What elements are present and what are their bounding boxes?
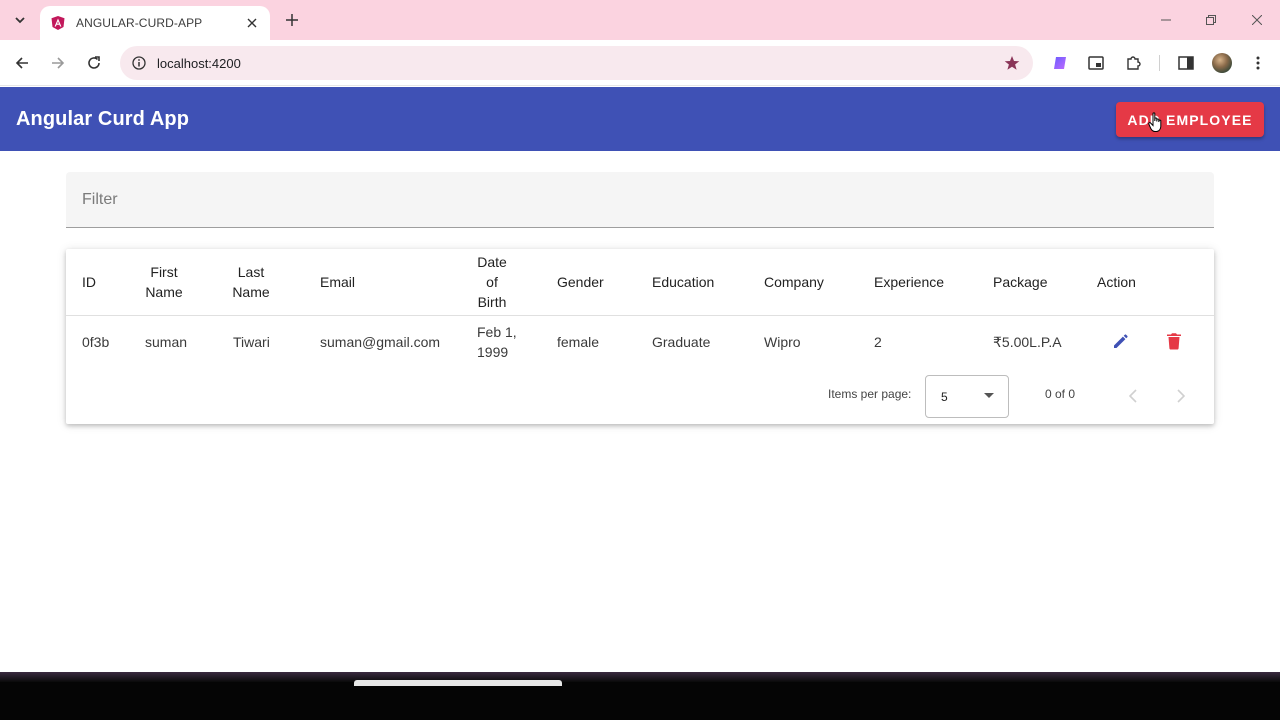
app-toolbar: Angular Curd App ADD EMPLOYEE <box>0 87 1280 151</box>
header-education[interactable]: Education <box>652 249 742 315</box>
header-last-name[interactable]: Last Name <box>226 249 276 315</box>
cell-company: Wipro <box>764 334 801 350</box>
cell-first-name: suman <box>145 334 188 350</box>
angular-favicon-icon <box>51 16 65 30</box>
items-per-page-select[interactable]: 5 <box>925 375 1009 418</box>
next-page-chevron-icon[interactable] <box>1167 382 1195 410</box>
cell-id: 0f3b <box>82 334 110 350</box>
items-per-page-value: 5 <box>941 390 948 404</box>
header-action: Action <box>1097 274 1136 290</box>
dropdown-arrow-icon <box>984 393 994 398</box>
forward-arrow-icon[interactable] <box>46 51 70 75</box>
paginator: Items per page: 5 0 of 0 <box>66 369 1214 424</box>
back-arrow-icon[interactable] <box>10 51 34 75</box>
side-panel-icon[interactable] <box>1174 51 1198 75</box>
add-employee-button[interactable]: ADD EMPLOYEE <box>1116 102 1264 137</box>
picture-in-picture-icon[interactable] <box>1084 51 1108 75</box>
header-experience[interactable]: Experience <box>874 249 964 315</box>
browser-tab-bar: ANGULAR-CURD-APP <box>0 0 1280 40</box>
tab-title: ANGULAR-CURD-APP <box>76 16 203 30</box>
header-company[interactable]: Company <box>764 249 854 315</box>
extension-gradient-icon[interactable] <box>1048 51 1072 75</box>
tab-list-chevron-icon[interactable] <box>8 8 32 32</box>
extensions-puzzle-icon[interactable] <box>1121 51 1145 75</box>
header-gender[interactable]: Gender <box>557 249 627 315</box>
tab-close-icon[interactable] <box>244 15 260 31</box>
minimize-icon[interactable] <box>1156 10 1176 30</box>
employee-table: ID First Name Last Name Email Date of Bi… <box>66 249 1214 424</box>
header-date-of-birth[interactable]: Date of Birth <box>471 249 513 315</box>
cell-experience: 2 <box>874 334 882 350</box>
close-window-icon[interactable] <box>1247 10 1267 30</box>
profile-avatar[interactable] <box>1212 53 1232 73</box>
cell-email: suman@gmail.com <box>320 334 441 350</box>
new-tab-plus-icon[interactable] <box>282 10 302 30</box>
bookmark-star-icon[interactable] <box>995 46 1029 80</box>
cell-date-of-birth: Feb 1, 1999 <box>477 324 517 360</box>
header-email[interactable]: Email <box>320 249 400 315</box>
address-bar[interactable]: localhost:4200 <box>120 46 1033 80</box>
edit-pencil-icon[interactable] <box>1109 329 1133 353</box>
url-text: localhost:4200 <box>157 55 241 71</box>
previous-page-chevron-icon[interactable] <box>1119 382 1147 410</box>
site-info-icon[interactable] <box>122 46 156 80</box>
toolbar-separator <box>1159 55 1160 71</box>
cell-last-name: Tiwari <box>233 334 270 350</box>
taskbar-search-pill[interactable] <box>354 680 562 686</box>
cell-package: ₹5.00L.P.A <box>993 334 1062 350</box>
filter-input[interactable] <box>66 172 1214 227</box>
app-title: Angular Curd App <box>16 107 190 130</box>
filter-field[interactable] <box>66 172 1214 228</box>
header-first-name[interactable]: First Name <box>136 249 192 315</box>
items-per-page-label: Items per page: <box>828 387 912 401</box>
cell-education: Graduate <box>652 334 711 350</box>
cell-gender: female <box>557 334 600 350</box>
taskbar-edge <box>0 672 1280 682</box>
delete-trash-icon[interactable] <box>1162 329 1186 353</box>
header-id[interactable]: ID <box>82 249 132 315</box>
page-range-label: 0 of 0 <box>1045 387 1076 401</box>
hand-pointer-cursor-icon <box>1148 112 1162 132</box>
more-menu-icon[interactable] <box>1246 51 1270 75</box>
browser-toolbar: localhost:4200 <box>0 40 1280 86</box>
browser-tab-active[interactable]: ANGULAR-CURD-APP <box>40 6 270 40</box>
reload-icon[interactable] <box>82 51 106 75</box>
header-package[interactable]: Package <box>993 249 1073 315</box>
restore-icon[interactable] <box>1201 10 1221 30</box>
